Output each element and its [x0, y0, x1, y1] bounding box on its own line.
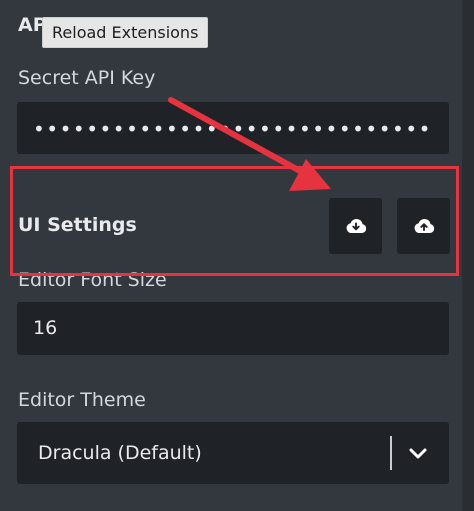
cloud-download-icon — [346, 218, 366, 233]
chevron-down-icon[interactable] — [405, 440, 431, 466]
editor-theme-label: Editor Theme — [18, 389, 146, 411]
secret-api-key-input[interactable]: •••••••••••••••••••••••••••••• — [17, 102, 449, 154]
secret-api-key-label: Secret API Key — [18, 67, 156, 89]
cloud-upload-icon — [414, 218, 434, 233]
upload-settings-button[interactable] — [397, 198, 450, 254]
editor-font-size-label: Editor Font Size — [18, 269, 167, 291]
select-divider — [390, 436, 392, 470]
ui-settings-title: UI Settings — [18, 214, 137, 236]
editor-font-size-input[interactable]: 16 — [17, 302, 449, 355]
scrollbar-track — [462, 0, 474, 511]
reload-extensions-tooltip: Reload Extensions — [42, 17, 209, 48]
download-settings-button[interactable] — [329, 198, 382, 254]
editor-theme-select[interactable]: Dracula (Default) — [17, 422, 449, 484]
